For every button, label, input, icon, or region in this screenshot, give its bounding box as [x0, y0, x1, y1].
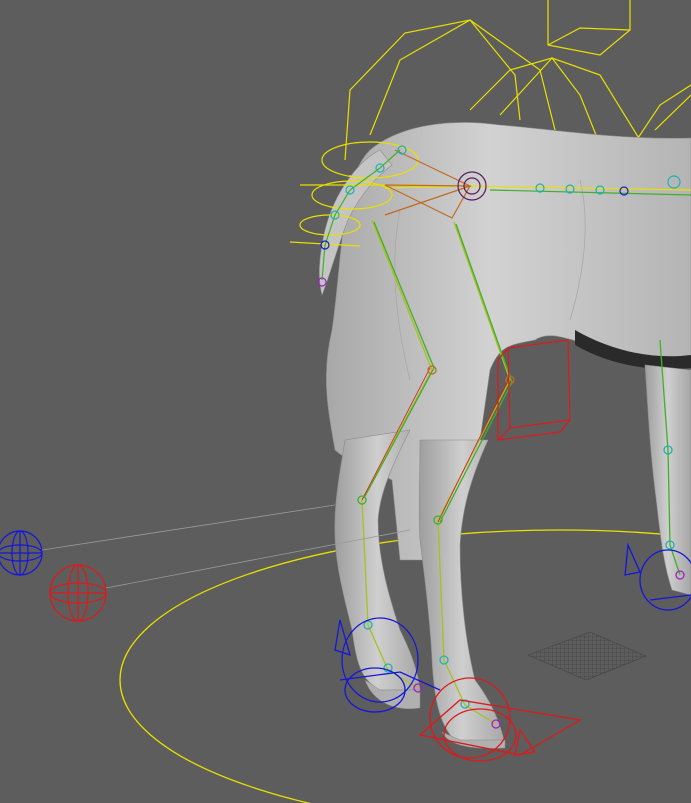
ground-grid-icon	[527, 631, 647, 681]
3d-viewport[interactable]	[0, 0, 691, 803]
ik-handle-icon[interactable]	[497, 339, 571, 441]
viewport-canvas[interactable]	[0, 0, 691, 803]
